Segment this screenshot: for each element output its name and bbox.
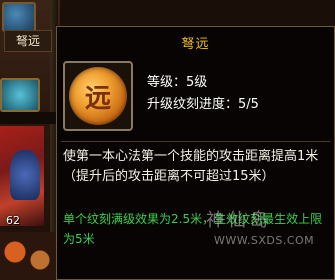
effect-description: 使第一本心法第一个技能的攻击距离提高1米（提升后的攻击距离不可超过15米） xyxy=(63,149,319,184)
level-text: 等级：5级 xyxy=(147,75,208,90)
skill-name-label: 弩远 xyxy=(4,30,52,52)
skill-slot-icon[interactable] xyxy=(2,2,36,32)
tooltip-divider xyxy=(61,141,330,142)
item-count-badge: 62 xyxy=(6,214,20,227)
engraving-icon-frame: 远 xyxy=(63,61,133,131)
engraving-glyph: 远 xyxy=(84,83,111,114)
upgrade-progress-text: 升级纹刻进度：5/5 xyxy=(147,97,259,112)
character-figure xyxy=(10,150,40,200)
crystal-skill-icon[interactable] xyxy=(0,78,40,112)
engraving-icon: 远 xyxy=(69,67,127,125)
max-level-bonus: 单个纹刻满级效果为2.5米，生效纹刻最生效上限为5米 xyxy=(63,212,323,246)
skill-tooltip: 弩远 远 等级：5级 升级纹刻进度：5/5 使第一本心法第一个技能的攻击距离提高… xyxy=(56,26,335,280)
divider xyxy=(0,112,58,124)
tooltip-title: 弩远 xyxy=(181,37,210,52)
item-orbs[interactable] xyxy=(0,232,60,280)
